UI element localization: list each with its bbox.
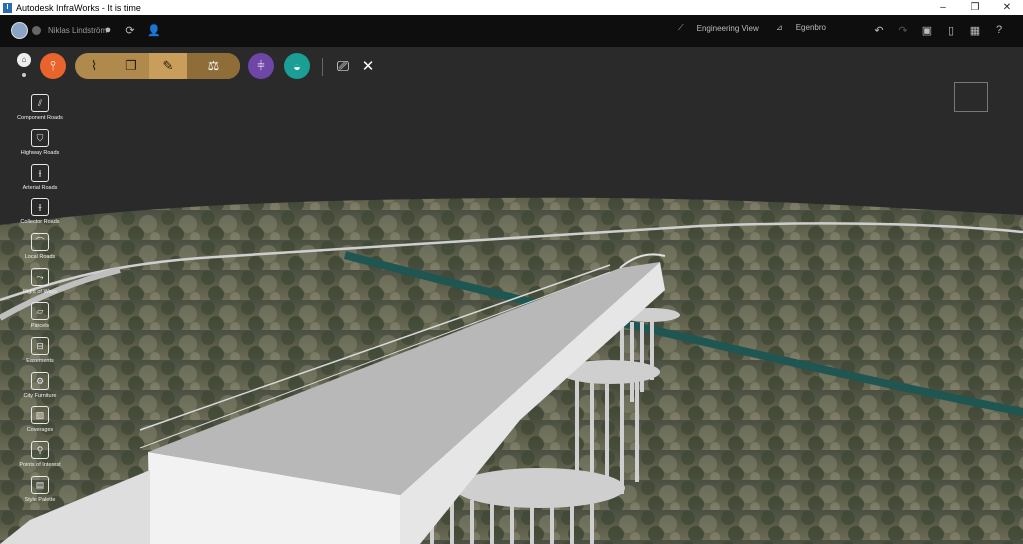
redo-icon[interactable]: ↷: [896, 23, 910, 37]
palette-item-local-roads[interactable]: ⌒ Local Roads: [12, 233, 68, 263]
model-icon: ⊿: [776, 23, 783, 32]
engineering-view-icon: ⟋: [678, 23, 684, 32]
user-settings-icon[interactable]: 👤: [147, 23, 161, 37]
bridge-tool-button[interactable]: ⫯: [40, 53, 66, 79]
points-of-interest-icon: ⚲: [31, 441, 49, 459]
bridge-icon: ⫩: [257, 58, 265, 73]
engineering-view-toggle[interactable]: ⟋ Engineering View: [678, 23, 759, 33]
parcels-icon: ▱: [31, 302, 49, 320]
app-header-bar: Niklas Lindström ● ⟳ 👤 ⟋ Engineering Vie…: [0, 15, 1023, 47]
palette-item-city-furniture[interactable]: ⚙ City Furniture: [12, 372, 68, 402]
palette-item-arterial-roads[interactable]: ⫲ Arterial Roads: [12, 164, 68, 194]
roads-tool-button[interactable]: ⌇: [75, 53, 113, 79]
window-titlebar: I Autodesk InfraWorks - It is time – ❐ ✕: [0, 0, 1023, 15]
bridge-design-button[interactable]: ⫩: [248, 53, 274, 79]
palette-item-component-roads[interactable]: ⫽ Component Roads: [12, 94, 68, 124]
easements-icon: ⊟: [31, 337, 49, 355]
engineering-view-label: Engineering View: [696, 23, 759, 33]
copy-icon: ❐: [125, 58, 137, 73]
home-indicator: [22, 73, 26, 77]
copy-tool-button[interactable]: ❐: [113, 53, 149, 79]
right-of-ways-icon: ⤳: [31, 268, 49, 286]
home-icon[interactable]: ⌂: [17, 53, 31, 67]
arterial-roads-icon: ⫲: [31, 164, 49, 182]
road-icon: ⌇: [90, 58, 98, 73]
window-title: Autodesk InfraWorks - It is time: [16, 2, 141, 13]
palette-item-easements[interactable]: ⊟ Easements: [12, 337, 68, 367]
palette-item-coverages[interactable]: ▨ Coverages: [12, 406, 68, 436]
status-circle-icon[interactable]: ●: [101, 23, 115, 37]
design-tools-group: ⌇ ❐ ✎ ⚖: [75, 53, 240, 79]
model-name: Egenbro: [795, 23, 826, 32]
analysis-tool-button[interactable]: ⚖: [187, 53, 240, 79]
component-roads-icon: ⫽: [31, 94, 49, 112]
balance-icon: ⚖: [207, 58, 220, 73]
pencil-icon: ✎: [162, 58, 174, 73]
view-cube[interactable]: [954, 82, 988, 112]
palette-item-collector-roads[interactable]: ⫳ Collector Roads: [12, 198, 68, 228]
drainage-icon: ◒: [293, 58, 301, 74]
palette-item-parcels[interactable]: ▱ Parcels: [12, 302, 68, 332]
toolbar-divider: [322, 58, 323, 76]
layout-icon[interactable]: ▦: [968, 23, 982, 37]
local-roads-icon: ⌒: [31, 233, 49, 251]
user-area[interactable]: Niklas Lindström: [11, 22, 107, 39]
infraworks-app-icon: I: [3, 2, 12, 13]
collector-roads-icon: ⫳: [31, 198, 49, 216]
tools-icon[interactable]: ✕: [358, 56, 378, 76]
present-icon[interactable]: ⎚: [333, 56, 353, 76]
style-palette-icon: ▤: [31, 476, 49, 494]
save-scene-icon[interactable]: ▣: [920, 23, 934, 37]
city-furniture-icon: ⚙: [31, 372, 49, 390]
pier-icon: ⫯: [50, 58, 56, 73]
palette-item-style-palette[interactable]: ▤ Style Palette: [12, 476, 68, 506]
username: Niklas Lindström: [48, 26, 108, 35]
coverages-icon: ▨: [31, 406, 49, 424]
avatar[interactable]: [11, 22, 28, 39]
sketch-tool-button[interactable]: ✎: [149, 53, 187, 79]
help-icon[interactable]: ?: [992, 23, 1006, 37]
drainage-button[interactable]: ◒: [284, 53, 310, 79]
highway-roads-icon: ⛉: [31, 129, 49, 147]
scene-canvas[interactable]: [0, 47, 1023, 544]
palette-item-highway-roads[interactable]: ⛉ Highway Roads: [12, 129, 68, 159]
model-selector[interactable]: ⊿ Egenbro: [776, 23, 826, 32]
maximize-button[interactable]: ❐: [959, 0, 991, 15]
3d-viewport[interactable]: [0, 47, 1023, 544]
undo-icon[interactable]: ↶: [872, 23, 886, 37]
close-button[interactable]: ✕: [991, 0, 1023, 15]
book-icon[interactable]: ▯: [944, 23, 958, 37]
palette-item-points-of-interest[interactable]: ⚲ Points of Interest: [12, 441, 68, 471]
minimize-button[interactable]: –: [927, 0, 959, 15]
menu-icon[interactable]: [32, 26, 41, 35]
palette-item-right-of-ways[interactable]: ⤳ Right of Ways: [12, 268, 68, 298]
sync-icon[interactable]: ⟳: [123, 23, 137, 37]
